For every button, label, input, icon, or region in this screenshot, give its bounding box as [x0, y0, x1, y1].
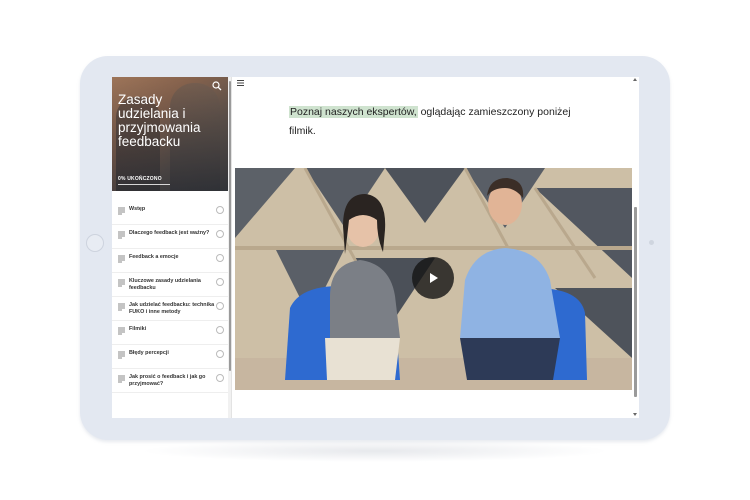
circle-icon — [216, 278, 224, 286]
course-progress-bar — [118, 184, 170, 185]
play-button[interactable] — [412, 257, 454, 299]
lesson-label: Jak udzielać feedbacku: technika FUKO i … — [129, 302, 215, 315]
document-icon — [118, 327, 125, 335]
course-sidebar: Zasady udzielania i przyjmowania feedbac… — [112, 77, 232, 418]
play-icon — [430, 273, 438, 283]
lesson-content: Poznaj naszych ekspertów, oglądając zami… — [233, 77, 639, 418]
circle-icon — [216, 302, 224, 310]
circle-icon — [216, 206, 224, 214]
document-icon — [118, 279, 125, 287]
course-cover: Zasady udzielania i przyjmowania feedbac… — [112, 77, 228, 191]
lesson-label: Kluczowe zasady udzielania feedbacku — [129, 278, 201, 291]
content-scrollbar[interactable] — [632, 77, 639, 418]
scroll-up-icon[interactable] — [633, 78, 637, 81]
document-icon — [118, 255, 125, 263]
lesson-list: Wstęp Dlaczego feedback jest ważny? Feed… — [112, 201, 228, 393]
lesson-item-dlaczego[interactable]: Dlaczego feedback jest ważny? — [112, 225, 228, 249]
hamburger-icon[interactable] — [237, 80, 244, 86]
lesson-label: Feedback a emocje — [129, 254, 179, 260]
circle-icon — [216, 326, 224, 334]
intro-highlight: Poznaj naszych ekspertów, — [289, 106, 418, 118]
circle-icon — [216, 230, 224, 238]
sidebar-scroll-thumb[interactable] — [229, 81, 231, 371]
lesson-label: Wstęp — [129, 206, 146, 212]
scroll-down-icon[interactable] — [633, 413, 637, 416]
lesson-item-zasady[interactable]: Kluczowe zasady udzielania feedbacku — [112, 273, 228, 297]
tablet-home-button — [86, 234, 104, 252]
content-scroll-thumb[interactable] — [634, 207, 637, 397]
lesson-label: Jak prosić o feedback i jak go przyjmowa… — [129, 374, 206, 387]
lesson-label: Błędy percepcji — [129, 350, 169, 356]
search-icon[interactable] — [212, 81, 222, 91]
lesson-item-emocje[interactable]: Feedback a emocje — [112, 249, 228, 273]
lesson-item-fuko[interactable]: Jak udzielać feedbacku: technika FUKO i … — [112, 297, 228, 321]
intro-text: Poznaj naszych ekspertów, oglądając zami… — [289, 103, 589, 141]
document-icon — [118, 351, 125, 359]
lesson-item-prosic[interactable]: Jak prosić o feedback i jak go przyjmowa… — [112, 369, 228, 393]
course-title: Zasady udzielania i przyjmowania feedbac… — [118, 92, 201, 149]
lesson-item-filmiki[interactable]: Filmiki — [112, 321, 228, 345]
circle-icon — [216, 254, 224, 262]
lesson-label: Dlaczego feedback jest ważny? — [129, 230, 210, 236]
course-progress-label: 0% UKOŃCZONO — [118, 176, 162, 182]
video-player[interactable] — [235, 168, 632, 390]
document-icon — [118, 207, 125, 215]
tablet-camera — [649, 240, 654, 245]
document-icon — [118, 303, 125, 311]
sidebar-scrollbar[interactable] — [228, 77, 231, 418]
document-icon — [118, 375, 125, 383]
lesson-label: Filmiki — [129, 326, 147, 332]
lesson-item-bledy[interactable]: Błędy percepcji — [112, 345, 228, 369]
lesson-item-wstep[interactable]: Wstęp — [112, 201, 228, 225]
circle-icon — [216, 374, 224, 382]
document-icon — [118, 231, 125, 239]
circle-icon — [216, 350, 224, 358]
tablet-screen: Zasady udzielania i przyjmowania feedbac… — [112, 77, 639, 418]
tablet-shadow — [140, 440, 610, 462]
